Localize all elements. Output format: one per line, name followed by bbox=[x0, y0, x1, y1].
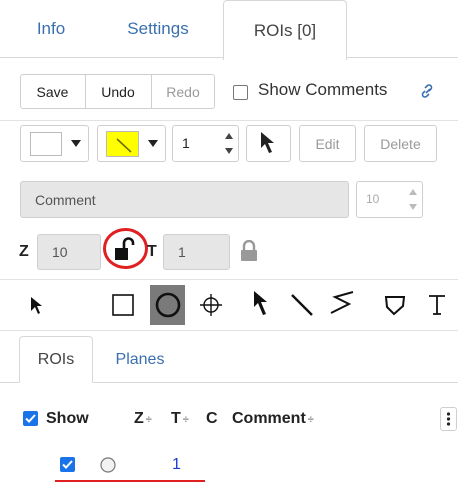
show-comments-label: Show Comments bbox=[258, 80, 388, 99]
column-t-label: T bbox=[171, 410, 181, 427]
stroke-color-picker[interactable] bbox=[97, 125, 166, 162]
arrow-tool-icon[interactable] bbox=[248, 287, 274, 321]
point-tool-icon[interactable] bbox=[198, 291, 224, 319]
font-size-stepper[interactable]: 10 bbox=[356, 181, 423, 218]
divider bbox=[0, 120, 458, 121]
caret-down-icon bbox=[69, 136, 83, 152]
font-size-value: 10 bbox=[366, 192, 380, 206]
tab-settings[interactable]: Settings bbox=[106, 0, 210, 58]
column-show: Show bbox=[46, 410, 89, 427]
fill-color-picker[interactable] bbox=[20, 125, 89, 162]
check-icon bbox=[62, 460, 73, 469]
ellipse-tool-icon[interactable] bbox=[150, 285, 185, 325]
row-show-checkbox[interactable] bbox=[60, 457, 75, 472]
divider bbox=[0, 330, 458, 331]
stroke-color-swatch bbox=[106, 131, 139, 157]
column-menu-button[interactable] bbox=[440, 407, 457, 431]
line-width-value: 1 bbox=[182, 135, 190, 151]
tab-info[interactable]: Info bbox=[16, 0, 86, 58]
rectangle-tool-icon[interactable] bbox=[107, 289, 139, 321]
row-highlight-underline bbox=[55, 480, 205, 482]
column-c: C bbox=[206, 410, 218, 427]
divider bbox=[0, 279, 458, 280]
ellipse-shape-icon bbox=[98, 455, 118, 475]
stepper-up-icon[interactable] bbox=[223, 129, 235, 143]
select-pointer-icon[interactable] bbox=[24, 291, 48, 319]
line-width-stepper[interactable]: 1 bbox=[172, 125, 239, 162]
polyline-tool-icon[interactable] bbox=[324, 287, 360, 321]
sort-icon: ÷ bbox=[145, 414, 152, 426]
column-comment[interactable]: Comment ÷ bbox=[232, 410, 314, 428]
show-all-checkbox[interactable] bbox=[23, 411, 38, 426]
sort-icon: ÷ bbox=[182, 414, 189, 426]
column-comment-label: Comment bbox=[232, 410, 306, 427]
column-z[interactable]: Z ÷ bbox=[134, 410, 152, 428]
t-input[interactable]: 1 bbox=[163, 234, 230, 270]
z-label: Z bbox=[19, 243, 29, 260]
tab-info-label: Info bbox=[36, 19, 66, 38]
text-tool-icon[interactable] bbox=[424, 288, 450, 322]
lock-highlight-circle bbox=[103, 228, 148, 269]
stepper-up-icon[interactable] bbox=[407, 185, 419, 199]
show-comments-checkbox[interactable] bbox=[233, 85, 248, 100]
roi-id-link[interactable]: 1 bbox=[172, 456, 181, 474]
save-button[interactable]: Save bbox=[21, 75, 84, 108]
tab-rois[interactable]: ROIs [0] bbox=[223, 0, 347, 60]
kebab-menu-icon bbox=[446, 412, 451, 426]
stepper-down-icon[interactable] bbox=[407, 200, 419, 214]
subtab-rois-label: ROIs bbox=[37, 350, 75, 368]
sort-icon: ÷ bbox=[307, 414, 314, 426]
caret-down-icon bbox=[146, 136, 160, 152]
z-input[interactable]: 10 bbox=[37, 234, 101, 270]
tab-settings-label: Settings bbox=[127, 19, 189, 38]
line-tool-icon[interactable] bbox=[287, 289, 317, 321]
fill-color-swatch bbox=[30, 132, 62, 156]
column-t[interactable]: T ÷ bbox=[171, 410, 189, 428]
delete-button[interactable]: Delete bbox=[364, 125, 437, 162]
subtab-planes[interactable]: Planes bbox=[100, 336, 180, 383]
arrow-select-button[interactable] bbox=[246, 125, 291, 162]
column-z-label: Z bbox=[134, 410, 144, 427]
tab-rois-label: ROIs [0] bbox=[253, 20, 317, 40]
subtab-planes-label: Planes bbox=[115, 350, 165, 368]
comment-input[interactable]: Comment bbox=[20, 181, 349, 218]
redo-button[interactable]: Redo bbox=[152, 75, 214, 108]
t-label: T bbox=[147, 243, 157, 260]
arrow-cursor-icon bbox=[261, 132, 274, 153]
check-icon bbox=[25, 414, 36, 423]
edit-button[interactable]: Edit bbox=[299, 125, 356, 162]
polygon-tool-icon[interactable] bbox=[380, 289, 410, 321]
lock-icon[interactable] bbox=[238, 238, 260, 264]
stepper-down-icon[interactable] bbox=[223, 144, 235, 158]
link-icon[interactable] bbox=[417, 80, 437, 102]
undo-button[interactable]: Undo bbox=[86, 75, 150, 108]
subtab-rois[interactable]: ROIs bbox=[19, 336, 93, 383]
